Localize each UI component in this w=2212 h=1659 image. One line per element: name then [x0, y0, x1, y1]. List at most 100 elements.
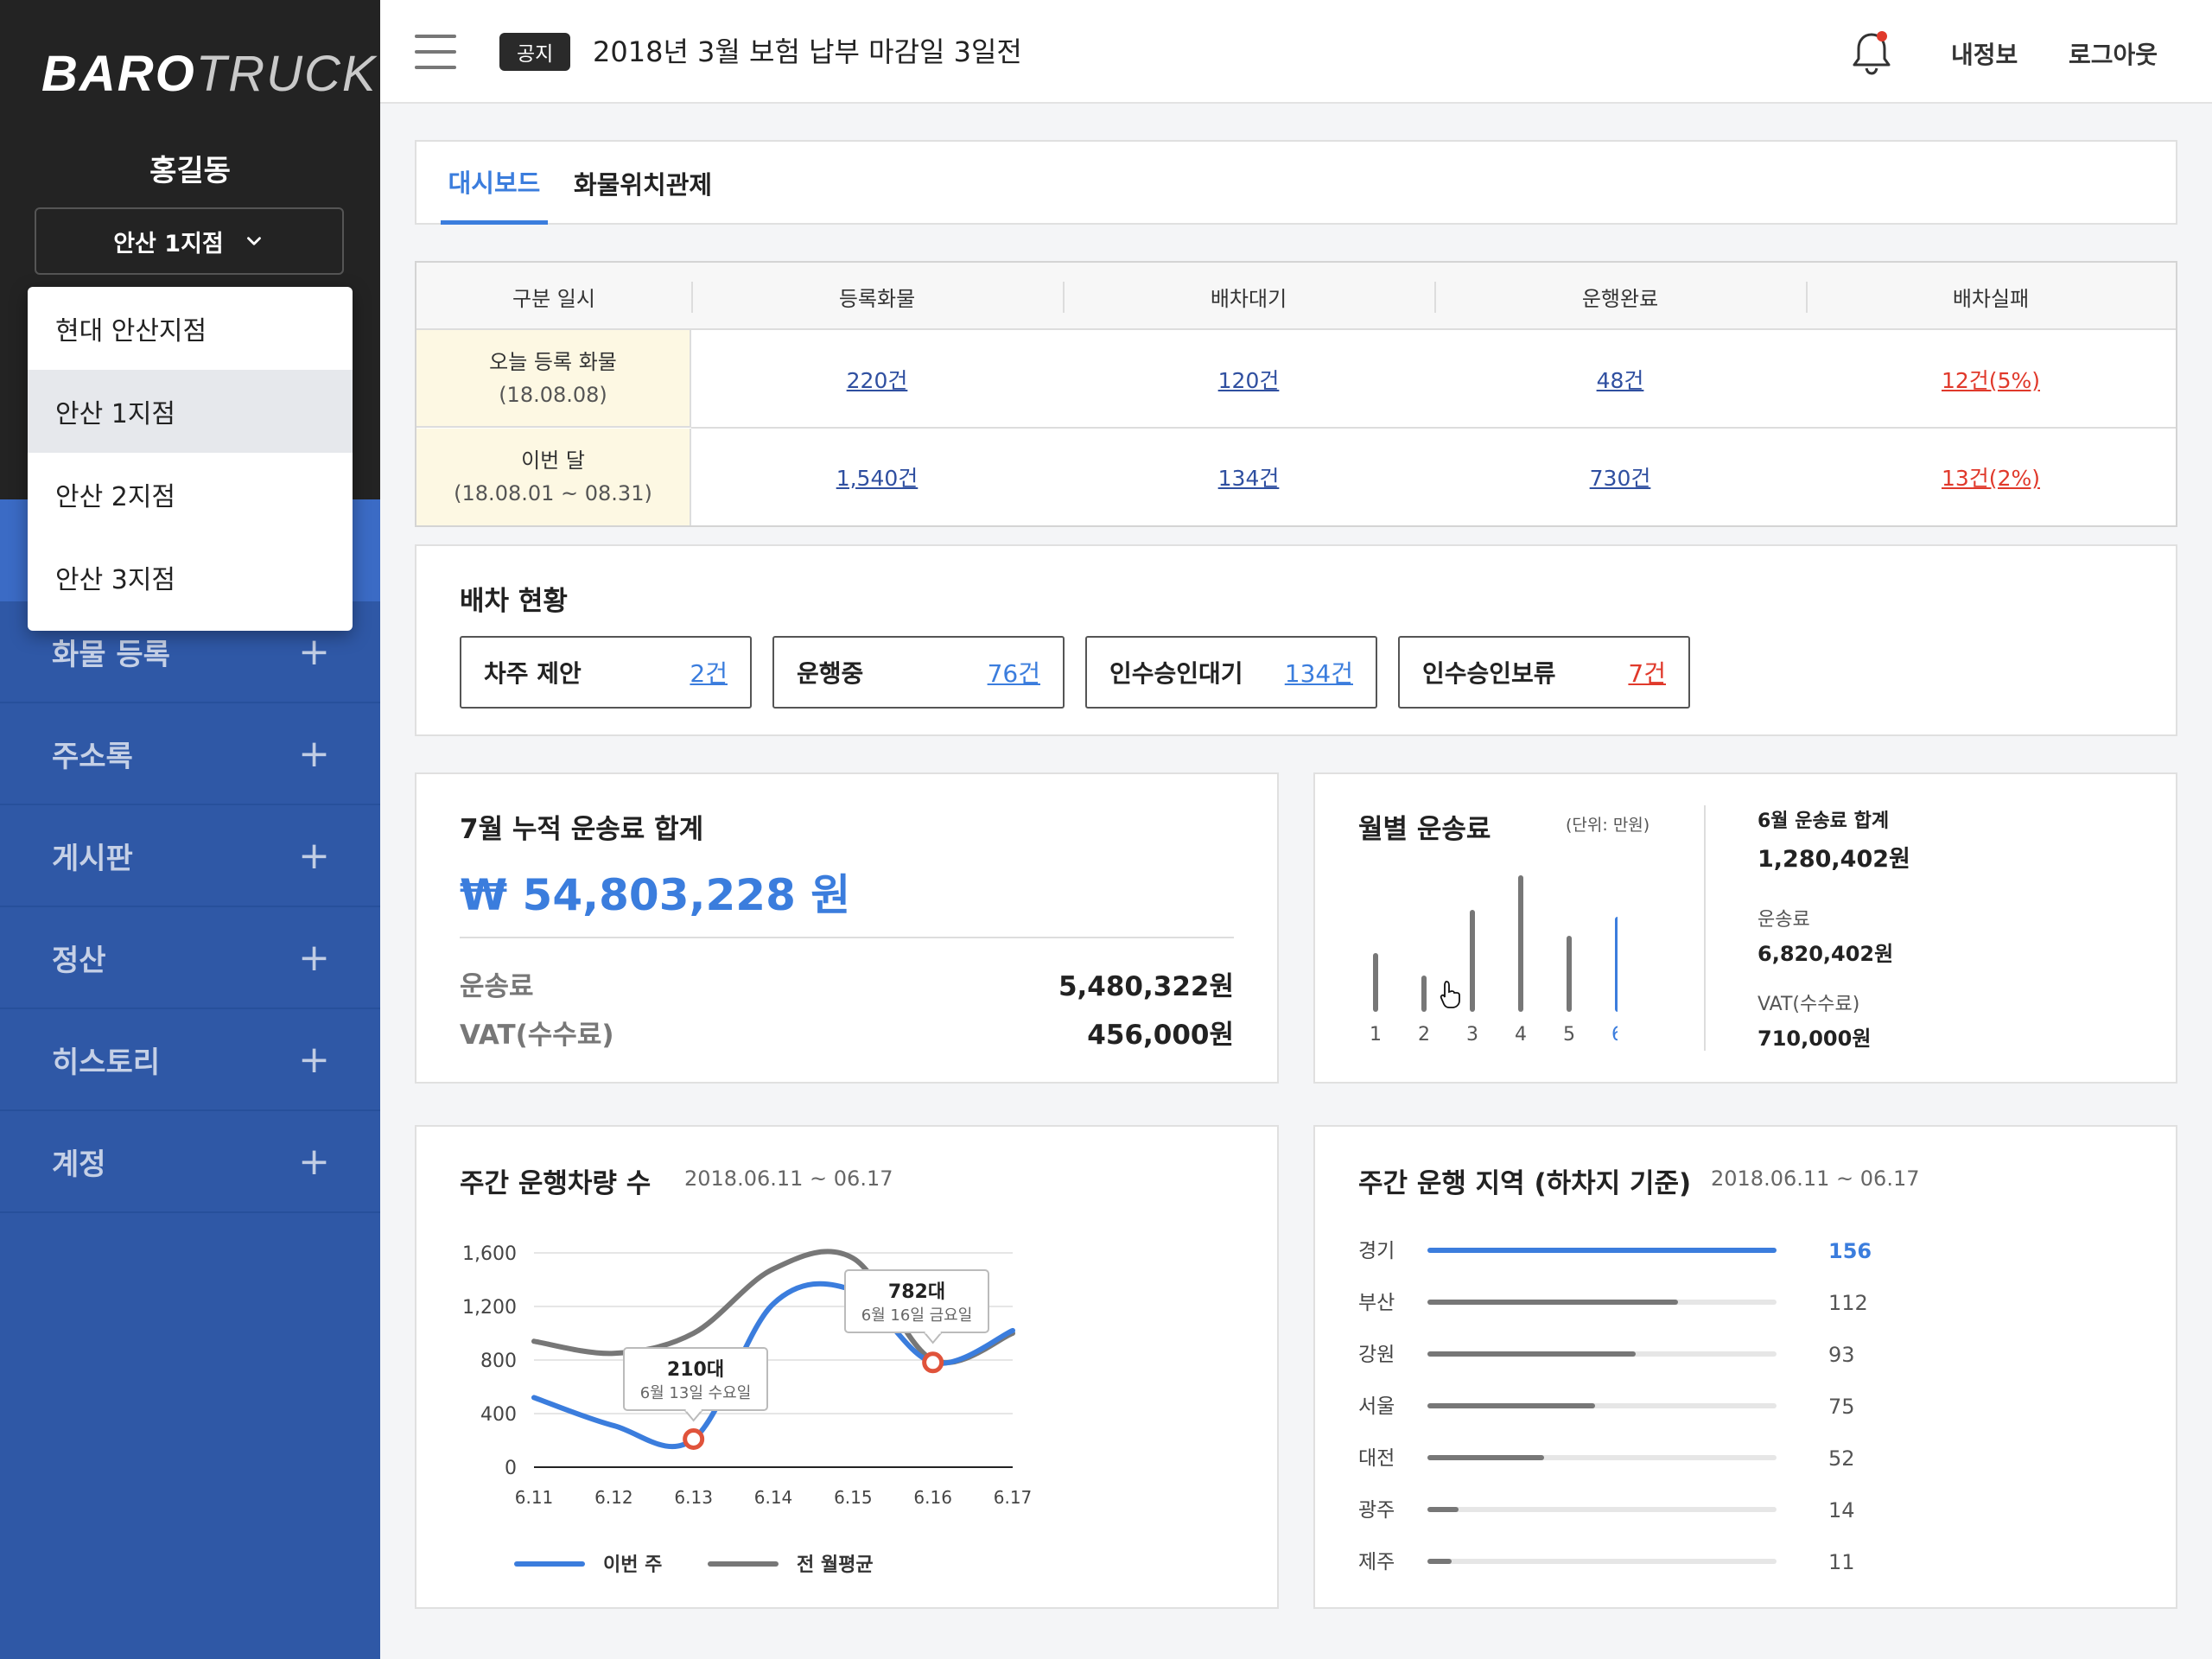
- dispatch-label: 인수승인보류: [1422, 659, 1556, 688]
- fee-label: 운송료: [460, 971, 534, 1002]
- x-tick-label: 6.12: [594, 1487, 633, 1508]
- y-tick-label: 1,600: [462, 1243, 517, 1265]
- month-tick-label: 3: [1466, 1024, 1478, 1046]
- plus-icon: +: [298, 1037, 330, 1082]
- x-tick-label: 6.17: [994, 1487, 1033, 1508]
- x-tick-label: 6.13: [674, 1487, 713, 1508]
- region-value: 75: [1828, 1395, 1855, 1419]
- plus-icon: +: [298, 629, 330, 674]
- column-header: 배차실패: [1952, 286, 2030, 311]
- x-tick-label: 6.11: [515, 1487, 554, 1508]
- region-value: 52: [1828, 1446, 1855, 1471]
- nav-item-label: 게시판: [52, 841, 133, 876]
- dispatch-value-link[interactable]: 2건: [690, 655, 728, 690]
- region-row: 대전 52: [1358, 1441, 1877, 1476]
- registered-count-link[interactable]: 220건: [691, 330, 1063, 428]
- my-info-link[interactable]: 내정보: [1951, 36, 2018, 71]
- branch-option[interactable]: 안산 2지점: [28, 453, 353, 536]
- region-label: 광주: [1358, 1499, 1395, 1522]
- registered-count-link[interactable]: 1,540건: [691, 429, 1063, 525]
- region-label: 서울: [1358, 1395, 1395, 1418]
- nav-item-settlement[interactable]: 정산 +: [0, 907, 380, 1009]
- vat-label: VAT(수수료): [460, 1020, 614, 1051]
- region-value: 93: [1828, 1343, 1855, 1367]
- x-tick-label: 6.16: [913, 1487, 952, 1508]
- branch-select[interactable]: 안산 1지점: [35, 207, 344, 275]
- region-bar-track: [1427, 1559, 1777, 1564]
- sidebar: BAROTRUCK 홍길동 안산 1지점 화물 등록 + 주소록 + 게시판 + 정산…: [0, 0, 380, 1659]
- table-header: 구분 일시 등록화물 배차대기 운행완료 배차실패: [416, 263, 2176, 330]
- nav-item-account[interactable]: 계정 +: [0, 1111, 380, 1213]
- plus-icon: +: [298, 833, 330, 878]
- cumulative-fee-panel: 7월 누적 운송료 합계 ₩ 54,803,228 원 운송료 5,480,32…: [415, 772, 1279, 1084]
- region-bar: [1427, 1248, 1777, 1253]
- region-bar: [1427, 1403, 1596, 1408]
- plus-icon: +: [298, 731, 330, 776]
- nav-item-label: 주소록: [52, 739, 133, 774]
- nav-item-board[interactable]: 게시판 +: [0, 805, 380, 907]
- region-bar: [1427, 1351, 1636, 1357]
- monthly-fee-panel: 월별 운송료 (단위: 만원) 1 2 3 4 5 6 6월 운송료 합계 1,280,4…: [1313, 772, 2177, 1084]
- region-bar-track: [1427, 1455, 1777, 1460]
- month-tick-label: 2: [1418, 1024, 1430, 1046]
- dispatch-in-transit-box[interactable]: 운행중 76건: [772, 636, 1065, 709]
- fee-value: 6,820,402원: [1758, 942, 1894, 966]
- column-header: 구분 일시: [512, 286, 595, 311]
- row-period: (18.08.08): [499, 382, 607, 407]
- dispatch-owner-offer-box[interactable]: 차주 제안 2건: [460, 636, 752, 709]
- region-label: 강원: [1358, 1344, 1395, 1366]
- divider: [460, 937, 1234, 938]
- nav-item-history[interactable]: 히스토리 +: [0, 1009, 380, 1111]
- region-bar: [1427, 1559, 1452, 1564]
- fee-label: 운송료: [1758, 909, 1810, 931]
- dispatch-held-approval-box[interactable]: 인수승인보류 7건: [1398, 636, 1690, 709]
- region-value: 112: [1828, 1291, 1868, 1315]
- dispatch-pending-approval-box[interactable]: 인수승인대기 134건: [1085, 636, 1377, 709]
- x-tick-label: 6.14: [754, 1487, 793, 1508]
- tab-bar: 대시보드 화물위치관제: [415, 140, 2177, 225]
- nav-item-label: 히스토리: [52, 1045, 161, 1080]
- region-bar-track: [1427, 1248, 1777, 1253]
- waiting-count-link[interactable]: 120건: [1063, 330, 1434, 428]
- dispatch-value-link[interactable]: 7건: [1628, 655, 1666, 690]
- failed-count-link[interactable]: 12건(5%): [1806, 330, 2176, 428]
- june-total-label: 6월 운송료 합계: [1758, 810, 1890, 832]
- failed-count-link[interactable]: 13건(2%): [1806, 429, 2176, 525]
- dispatch-status-panel: 배차 현황 차주 제안 2건 운행중 76건 인수승인대기 134건 인수승인보…: [415, 544, 2177, 736]
- region-row: 경기 156: [1358, 1234, 1877, 1268]
- y-tick-label: 0: [505, 1458, 517, 1479]
- user-name: 홍길동: [149, 154, 231, 188]
- section-title: 주간 운행 지역 (하차지 기준): [1358, 1168, 1692, 1199]
- nav-item-label: 정산: [52, 943, 106, 978]
- row-header: 오늘 등록 화물 (18.08.08): [416, 330, 691, 428]
- highlight-point[interactable]: [922, 1351, 944, 1374]
- region-row: 서울 75: [1358, 1389, 1877, 1424]
- tab-cargo-location[interactable]: 화물위치관제: [574, 142, 712, 225]
- row-label: 이번 달: [521, 448, 585, 473]
- region-bar-track: [1427, 1351, 1777, 1357]
- branch-option[interactable]: 현대 안산지점: [28, 287, 353, 370]
- completed-count-link[interactable]: 730건: [1434, 429, 1806, 525]
- completed-count-link[interactable]: 48건: [1434, 330, 1806, 428]
- tooltip-value: 782대: [888, 1281, 945, 1303]
- hand-cursor-icon: [1440, 981, 1460, 1008]
- logout-link[interactable]: 로그아웃: [2069, 36, 2158, 71]
- waiting-count-link[interactable]: 134건: [1063, 429, 1434, 525]
- nav-item-address-book[interactable]: 주소록 +: [0, 703, 380, 805]
- dispatch-label: 운행중: [797, 659, 864, 688]
- notice-text[interactable]: 2018년 3월 보험 납부 마감일 3일전: [593, 33, 1022, 71]
- dispatch-value-link[interactable]: 76건: [988, 655, 1040, 690]
- branch-option[interactable]: 안산 3지점: [28, 536, 353, 619]
- y-tick-label: 400: [480, 1404, 517, 1426]
- unit-label: (단위: 만원): [1566, 816, 1650, 835]
- tab-dashboard[interactable]: 대시보드: [441, 142, 548, 225]
- cumulative-total: ₩ 54,803,228 원: [460, 870, 851, 920]
- bell-icon[interactable]: [1849, 28, 1894, 78]
- brand-logo[interactable]: BAROTRUCK: [41, 45, 378, 103]
- branch-option-selected[interactable]: 안산 1지점: [28, 370, 353, 453]
- weekly-vehicles-panel: 0 400 800 1,200 1,600 6.11 6.12 6.13 6.14 6.15 6.1…: [415, 1125, 1279, 1609]
- highlight-point[interactable]: [683, 1427, 705, 1450]
- legend-label: 이번 주: [603, 1554, 662, 1576]
- hamburger-menu-icon[interactable]: [415, 35, 456, 69]
- dispatch-value-link[interactable]: 134건: [1285, 655, 1353, 690]
